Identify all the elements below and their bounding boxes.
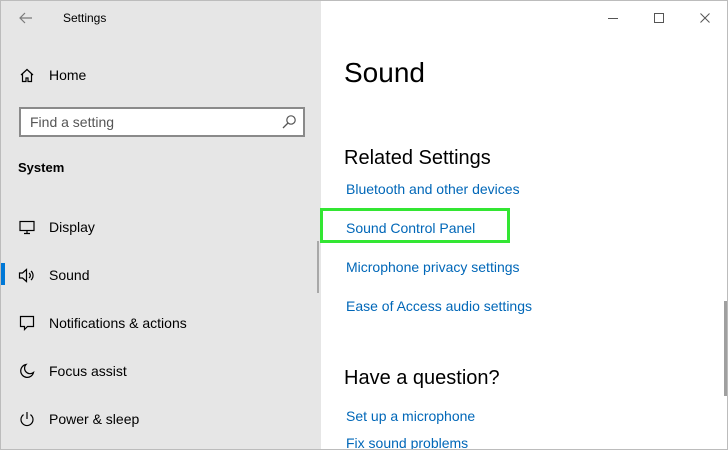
close-icon [700,13,710,23]
moon-icon [18,363,36,379]
sidebar-item-power-sleep[interactable]: Power & sleep [1,399,321,439]
maximize-icon [654,13,664,23]
power-icon [18,411,36,427]
sidebar-scrollbar[interactable] [317,241,319,293]
maximize-button[interactable] [641,7,677,29]
speaker-icon [18,267,36,283]
related-settings-heading: Related Settings [344,147,491,169]
back-arrow-icon [19,12,32,24]
settings-window: Settings Home Find a setting System Disp… [0,0,728,450]
active-indicator [1,263,5,285]
sidebar-item-focus-assist[interactable]: Focus assist [1,351,321,391]
notification-icon [18,315,36,331]
search-input[interactable]: Find a setting [19,107,305,137]
sound-control-panel-link[interactable]: Sound Control Panel [346,220,475,236]
minimize-icon [608,18,618,19]
sidebar-item-label: Home [49,67,87,83]
close-button[interactable] [687,7,723,29]
sidebar-item-label: Display [49,219,95,235]
search-icon [282,115,296,129]
set-up-microphone-link[interactable]: Set up a microphone [346,408,475,424]
sidebar-item-label: Focus assist [49,363,127,379]
home-icon [18,67,36,83]
sidebar-item-home[interactable]: Home [1,55,321,95]
sidebar: Settings Home Find a setting System Disp… [1,1,321,449]
bluetooth-devices-link[interactable]: Bluetooth and other devices [346,181,520,197]
app-title: Settings [63,11,107,25]
minimize-button[interactable] [595,7,631,29]
sidebar-item-notifications[interactable]: Notifications & actions [1,303,321,343]
ease-of-access-audio-link[interactable]: Ease of Access audio settings [346,298,532,314]
page-title: Sound [344,57,425,88]
back-button[interactable] [14,9,38,27]
monitor-icon [18,219,36,235]
sidebar-item-display[interactable]: Display [1,207,321,247]
sidebar-item-label: Notifications & actions [49,315,187,331]
section-title: System [18,160,65,175]
question-heading: Have a question? [344,367,500,389]
sidebar-item-label: Sound [49,267,90,283]
sidebar-item-sound[interactable]: Sound [1,255,321,295]
sidebar-item-label: Power & sleep [49,411,140,427]
microphone-privacy-link[interactable]: Microphone privacy settings [346,259,520,275]
fix-sound-problems-link[interactable]: Fix sound problems [346,435,468,449]
content-scrollbar[interactable] [724,301,727,396]
search-placeholder: Find a setting [30,114,115,130]
